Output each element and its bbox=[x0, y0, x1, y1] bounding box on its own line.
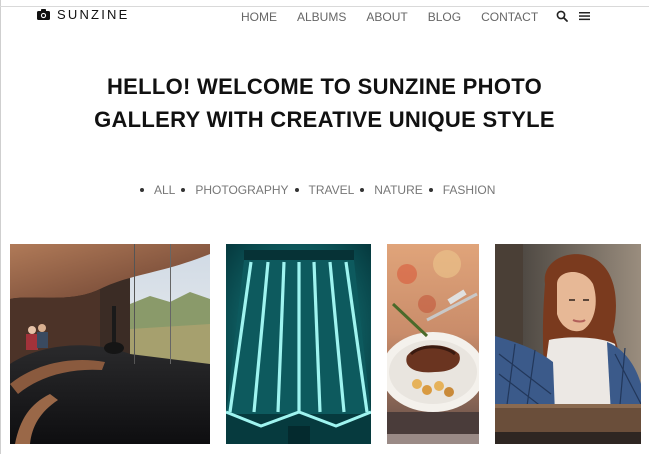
bullet-icon bbox=[294, 188, 299, 192]
camera-icon bbox=[37, 9, 50, 20]
nav-item-contact[interactable]: CONTACT bbox=[481, 10, 538, 24]
nav-item-home[interactable]: HOME bbox=[241, 10, 277, 24]
hamburger-menu-icon[interactable] bbox=[579, 11, 590, 21]
gallery-item-portrait[interactable] bbox=[495, 244, 641, 444]
lounge-photo bbox=[10, 244, 210, 444]
header-divider bbox=[0, 6, 649, 7]
filter-label: PHOTOGRAPHY bbox=[195, 183, 289, 197]
gallery-item-lounge[interactable] bbox=[10, 244, 210, 444]
search-icon[interactable] bbox=[556, 10, 568, 22]
nav-item-albums[interactable]: ALBUMS bbox=[297, 10, 346, 24]
lamp-photo bbox=[226, 244, 371, 444]
filter-label: FASHION bbox=[442, 183, 496, 197]
food-photo bbox=[387, 244, 479, 444]
nav-item-blog[interactable]: BLOG bbox=[428, 10, 461, 24]
filter-travel[interactable]: TRAVEL bbox=[294, 183, 361, 197]
filter-photography[interactable]: PHOTOGRAPHY bbox=[181, 183, 294, 197]
filter-label: TRAVEL bbox=[308, 183, 355, 197]
brand-logo[interactable]: SUNZINE bbox=[37, 8, 129, 21]
page-title-line-1: HELLO! WELCOME TO SUNZINE PHOTO bbox=[106, 74, 543, 99]
filter-all[interactable]: ALL bbox=[140, 183, 181, 197]
filter-fashion[interactable]: FASHION bbox=[428, 183, 502, 197]
gallery-item-lamp[interactable] bbox=[226, 244, 371, 444]
gallery-item-food[interactable] bbox=[387, 244, 479, 444]
main-nav: HOME ALBUMS ABOUT BLOG CONTACT bbox=[241, 10, 538, 24]
filter-label: NATURE bbox=[374, 183, 423, 197]
gallery-filters: ALL PHOTOGRAPHY TRAVEL NATURE FASHION bbox=[140, 183, 501, 197]
filter-nature[interactable]: NATURE bbox=[360, 183, 428, 197]
portrait-photo bbox=[495, 244, 641, 444]
page-title: HELLO! WELCOME TO SUNZINE PHOTO GALLERY … bbox=[0, 70, 649, 136]
bullet-icon bbox=[360, 188, 365, 192]
bullet-icon bbox=[181, 188, 186, 192]
hero-heading: HELLO! WELCOME TO SUNZINE PHOTO GALLERY … bbox=[0, 70, 649, 136]
brand-name: SUNZINE bbox=[57, 7, 130, 22]
page-title-line-2: GALLERY WITH CREATIVE UNIQUE STYLE bbox=[94, 107, 555, 132]
page-left-edge bbox=[0, 0, 1, 454]
filter-label: ALL bbox=[154, 183, 176, 197]
bullet-icon bbox=[428, 188, 433, 192]
nav-item-about[interactable]: ABOUT bbox=[366, 10, 407, 24]
bullet-icon bbox=[140, 188, 144, 192]
